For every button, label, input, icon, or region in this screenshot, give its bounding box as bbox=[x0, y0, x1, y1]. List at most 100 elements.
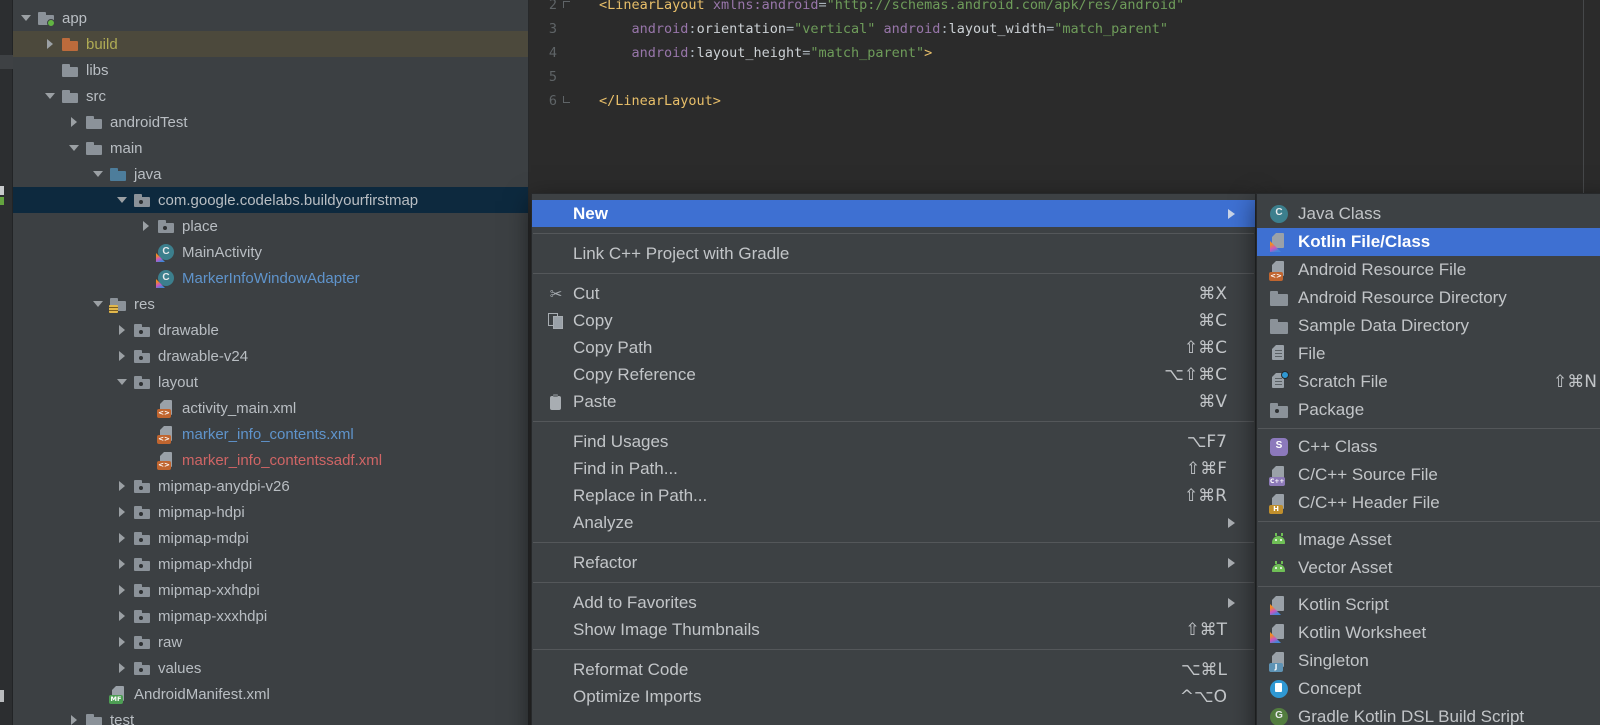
tree-row-mipmap-xxhdpi[interactable]: mipmap-xxhdpi bbox=[13, 577, 528, 603]
tool-window-button-fragment[interactable] bbox=[0, 55, 13, 69]
tree-expand-arrow[interactable] bbox=[63, 117, 85, 127]
tree-item-label: mipmap-hdpi bbox=[158, 504, 245, 521]
tree-collapse-arrow[interactable] bbox=[15, 15, 37, 21]
tree-row-markerinfowindowadapter[interactable]: CMarkerInfoWindowAdapter bbox=[13, 265, 528, 291]
submenu-item-c-c-source-file[interactable]: C/C++ Source File bbox=[1257, 461, 1600, 489]
tree-row-place[interactable]: place bbox=[13, 213, 528, 239]
submenu-item-java-class[interactable]: CJava Class bbox=[1257, 200, 1600, 228]
tree-item-label: libs bbox=[86, 62, 109, 79]
submenu-item-singleton[interactable]: Singleton bbox=[1257, 647, 1600, 675]
menu-item-reformat-code[interactable]: Reformat Code⌥⌘L bbox=[532, 656, 1255, 683]
menu-item-new[interactable]: New bbox=[532, 200, 1255, 227]
menu-item-shortcut: ⇧⌘T bbox=[1185, 620, 1227, 640]
gradle-script-icon: G bbox=[1269, 707, 1289, 725]
submenu-item-vector-asset[interactable]: Vector Asset bbox=[1257, 554, 1600, 582]
tree-expand-arrow[interactable] bbox=[111, 481, 133, 491]
tree-collapse-arrow[interactable] bbox=[87, 301, 109, 307]
tree-row-com-google-codelabs-buildyourfirstmap[interactable]: com.google.codelabs.buildyourfirstmap bbox=[13, 187, 528, 213]
tree-expand-arrow[interactable] bbox=[111, 325, 133, 335]
submenu-item-kotlin-worksheet[interactable]: Kotlin Worksheet bbox=[1257, 619, 1600, 647]
tree-row-activity-main-xml[interactable]: activity_main.xml bbox=[13, 395, 528, 421]
tree-expand-arrow[interactable] bbox=[111, 507, 133, 517]
tree-row-mipmap-xxxhdpi[interactable]: mipmap-xxxhdpi bbox=[13, 603, 528, 629]
tree-row-test[interactable]: test bbox=[13, 707, 528, 725]
menu-item-add-to-favorites[interactable]: Add to Favorites bbox=[532, 589, 1255, 616]
submenu-item-file[interactable]: File bbox=[1257, 340, 1600, 368]
tree-row-mainactivity[interactable]: CMainActivity bbox=[13, 239, 528, 265]
tree-expand-arrow[interactable] bbox=[135, 221, 157, 231]
tree-row-layout[interactable]: layout bbox=[13, 369, 528, 395]
menu-item-copy-reference[interactable]: Copy Reference⌥⇧⌘C bbox=[532, 361, 1255, 388]
tree-item-label: activity_main.xml bbox=[182, 400, 296, 417]
tree-collapse-arrow[interactable] bbox=[87, 171, 109, 177]
tree-collapse-arrow[interactable] bbox=[111, 197, 133, 203]
menu-item-copy-path[interactable]: Copy Path⇧⌘C bbox=[532, 334, 1255, 361]
menu-item-cut[interactable]: ✂Cut⌘X bbox=[532, 280, 1255, 307]
submenu-item-c-c-header-file[interactable]: C/C++ Header File bbox=[1257, 489, 1600, 517]
submenu-item-scratch-file[interactable]: Scratch File⇧⌘N bbox=[1257, 368, 1600, 396]
menu-item-replace-in-path[interactable]: Replace in Path...⇧⌘R bbox=[532, 482, 1255, 509]
tree-expand-arrow[interactable] bbox=[39, 39, 61, 49]
tree-row-drawable[interactable]: drawable bbox=[13, 317, 528, 343]
tree-row-src[interactable]: src bbox=[13, 83, 528, 109]
tree-row-values[interactable]: values bbox=[13, 655, 528, 681]
project-tree-panel[interactable]: appbuild libs src androidTest mainjavacom.go… bbox=[13, 0, 528, 725]
submenu-item-c-class[interactable]: SC++ Class bbox=[1257, 433, 1600, 461]
tree-expand-arrow[interactable] bbox=[111, 637, 133, 647]
menu-item-copy[interactable]: Copy⌘C bbox=[532, 307, 1255, 334]
tree-row-res[interactable]: res bbox=[13, 291, 528, 317]
tree-row-mipmap-mdpi[interactable]: mipmap-mdpi bbox=[13, 525, 528, 551]
submenu-item-concept[interactable]: Concept bbox=[1257, 675, 1600, 703]
tree-row-libs[interactable]: libs bbox=[13, 57, 528, 83]
tree-row-mipmap-xhdpi[interactable]: mipmap-xhdpi bbox=[13, 551, 528, 577]
tree-row-mipmap-anydpi-v26[interactable]: mipmap-anydpi-v26 bbox=[13, 473, 528, 499]
tree-row-raw[interactable]: raw bbox=[13, 629, 528, 655]
tree-expand-arrow[interactable] bbox=[111, 533, 133, 543]
menu-item-link-c-project-with-gradle[interactable]: Link C++ Project with Gradle bbox=[532, 240, 1255, 267]
tree-collapse-arrow[interactable] bbox=[63, 145, 85, 151]
tree-row-build[interactable]: build bbox=[13, 31, 528, 57]
tree-item-label: drawable-v24 bbox=[158, 348, 248, 365]
menu-item-find-usages[interactable]: Find Usages⌥F7 bbox=[532, 428, 1255, 455]
tree-row-mipmap-hdpi[interactable]: mipmap-hdpi bbox=[13, 499, 528, 525]
tree-expand-arrow[interactable] bbox=[111, 585, 133, 595]
tree-row-drawable-v24[interactable]: drawable-v24 bbox=[13, 343, 528, 369]
tree-expand-arrow[interactable] bbox=[111, 663, 133, 673]
tree-expand-arrow[interactable] bbox=[111, 611, 133, 621]
submenu-item-gradle-kotlin-dsl-build-script[interactable]: GGradle Kotlin DSL Build Script bbox=[1257, 703, 1600, 725]
tree-row-androidtest[interactable]: androidTest bbox=[13, 109, 528, 135]
tree-item-label: androidTest bbox=[110, 114, 188, 131]
menu-item-optimize-imports[interactable]: Optimize Imports^⌥O bbox=[532, 683, 1255, 710]
menu-item-find-in-path[interactable]: Find in Path...⇧⌘F bbox=[532, 455, 1255, 482]
android-studio-window: appbuild libs src androidTest mainjavacom.go… bbox=[0, 0, 1600, 725]
folder-pkg-icon bbox=[133, 477, 151, 495]
menu-item-show-image-thumbnails[interactable]: Show Image Thumbnails⇧⌘T bbox=[532, 616, 1255, 643]
menu-item-paste[interactable]: Paste⌘V bbox=[532, 388, 1255, 415]
folder-pkg-icon bbox=[133, 373, 151, 391]
tree-expand-arrow[interactable] bbox=[63, 715, 85, 725]
submenu-item-sample-data-directory[interactable]: Sample Data Directory bbox=[1257, 312, 1600, 340]
folder-pkg-icon bbox=[133, 503, 151, 521]
tree-collapse-arrow[interactable] bbox=[39, 93, 61, 99]
menu-item-refactor[interactable]: Refactor bbox=[532, 549, 1255, 576]
tree-row-androidmanifest-xml[interactable]: AndroidManifest.xml bbox=[13, 681, 528, 707]
tool-window-button-fragment[interactable] bbox=[0, 186, 4, 195]
tree-row-main[interactable]: main bbox=[13, 135, 528, 161]
tree-expand-arrow[interactable] bbox=[111, 351, 133, 361]
tool-window-button-fragment[interactable] bbox=[0, 197, 4, 205]
tree-row-java[interactable]: java bbox=[13, 161, 528, 187]
tool-window-button-fragment[interactable] bbox=[0, 690, 4, 702]
submenu-item-android-resource-file[interactable]: Android Resource File bbox=[1257, 256, 1600, 284]
tool-window-bar[interactable] bbox=[0, 0, 13, 725]
tree-row-marker-info-contentssadf-xml[interactable]: marker_info_contentssadf.xml bbox=[13, 447, 528, 473]
tree-row-app[interactable]: app bbox=[13, 5, 528, 31]
submenu-item-android-resource-directory[interactable]: Android Resource Directory bbox=[1257, 284, 1600, 312]
submenu-item-package[interactable]: Package bbox=[1257, 396, 1600, 424]
submenu-item-kotlin-file-class[interactable]: Kotlin File/Class bbox=[1257, 228, 1600, 256]
menu-item-analyze[interactable]: Analyze bbox=[532, 509, 1255, 536]
tree-row-marker-info-contents-xml[interactable]: marker_info_contents.xml bbox=[13, 421, 528, 447]
submenu-item-image-asset[interactable]: Image Asset bbox=[1257, 526, 1600, 554]
tree-expand-arrow[interactable] bbox=[111, 559, 133, 569]
tree-collapse-arrow[interactable] bbox=[111, 379, 133, 385]
submenu-item-kotlin-script[interactable]: Kotlin Script bbox=[1257, 591, 1600, 619]
